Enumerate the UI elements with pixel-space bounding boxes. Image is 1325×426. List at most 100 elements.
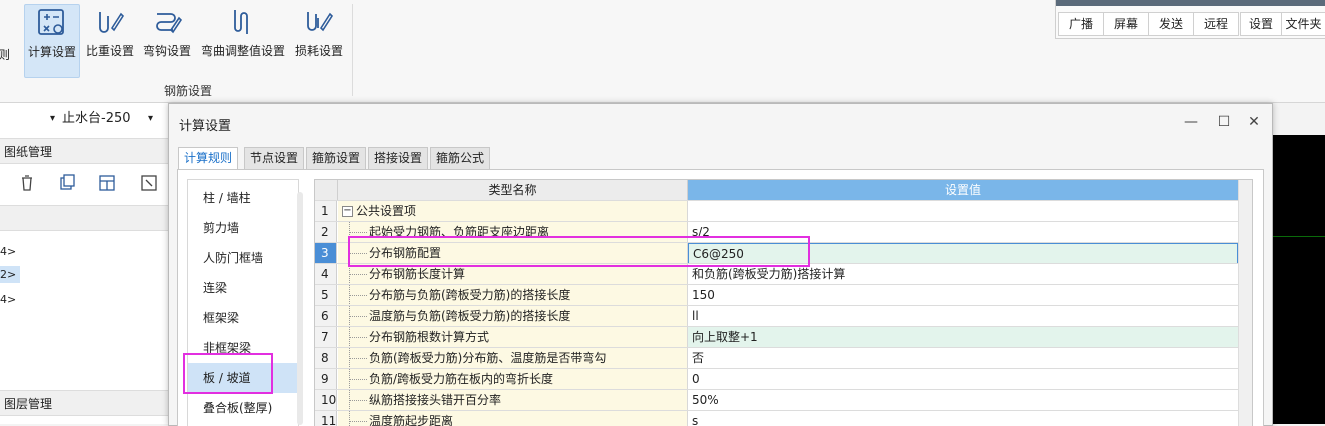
row-name-text: 公共设置项 bbox=[356, 204, 417, 218]
row-value[interactable]: 向上取整+1 bbox=[688, 327, 1238, 348]
row-name-text: 纵筋搭接接头错开百分率 bbox=[369, 393, 502, 407]
row-name: 纵筋搭接接头错开百分率 bbox=[338, 390, 688, 411]
chevron-down-icon: ▾ bbox=[50, 113, 56, 124]
loss-settings-icon bbox=[307, 12, 334, 32]
layer-manager-header[interactable]: 图层管理 bbox=[0, 390, 168, 416]
minimize-icon[interactable]: — bbox=[1181, 112, 1201, 132]
tab-node-settings[interactable]: 节点设置 bbox=[244, 147, 305, 170]
row-name-text: 负筋/跨板受力筋在板内的弯折长度 bbox=[369, 372, 554, 386]
row-number: 8 bbox=[315, 348, 337, 369]
ribbon-cut-label: 则 bbox=[0, 48, 11, 62]
collapse-icon[interactable]: − bbox=[342, 206, 353, 217]
table-row[interactable]: 5 分布筋与负筋(跨板受力筋)的搭接长度 150 bbox=[315, 284, 1238, 306]
tab-stirrup-formula[interactable]: 箍筋公式 bbox=[430, 147, 491, 170]
category-shear-wall[interactable]: 剪力墙 bbox=[188, 213, 298, 243]
row-value[interactable]: 0 bbox=[688, 369, 1238, 390]
row-number: 5 bbox=[315, 285, 337, 306]
table-row[interactable]: 7 分布钢筋根数计算方式 向上取整+1 bbox=[315, 326, 1238, 348]
table-row[interactable]: 10 纵筋搭接接头错开百分率 50% bbox=[315, 389, 1238, 411]
row-name: 负筋(跨板受力筋)分布筋、温度筋是否带弯勾 bbox=[338, 348, 688, 369]
weight-settings-label: 比重设置 bbox=[85, 44, 134, 58]
hook-settings-button[interactable]: 弯钩设置 bbox=[140, 4, 194, 76]
grid-header-value: 设置值 bbox=[688, 180, 1238, 200]
bend-adjust-label: 弯曲调整值设置 bbox=[200, 44, 285, 58]
close-icon[interactable]: ✕ bbox=[1244, 112, 1264, 132]
level-combo-value: 止水台-250 bbox=[62, 111, 131, 126]
row-name: 分布钢筋长度计算 bbox=[338, 264, 688, 285]
category-civil-defense-door[interactable]: 人防门框墙 bbox=[188, 243, 298, 273]
category-column[interactable]: 柱 / 墙柱 bbox=[188, 183, 298, 213]
table-row[interactable]: 8 负筋(跨板受力筋)分布筋、温度筋是否带弯勾 否 bbox=[315, 347, 1238, 369]
table-row[interactable]: 9 负筋/跨板受力筋在板内的弯折长度 0 bbox=[315, 368, 1238, 390]
calc-settings-icon bbox=[38, 9, 64, 35]
bend-adjust-button[interactable]: 弯曲调整值设置 bbox=[198, 4, 288, 76]
row-value[interactable]: 和负筋(跨板受力筋)搭接计算 bbox=[688, 264, 1238, 285]
row-number: 6 bbox=[315, 306, 337, 327]
row-number: 3 bbox=[315, 243, 337, 264]
row-name-text: 分布筋与负筋(跨板受力筋)的搭接长度 bbox=[369, 288, 571, 302]
row-name-text: 分布钢筋根数计算方式 bbox=[369, 330, 490, 344]
weight-settings-icon bbox=[99, 12, 125, 33]
settings-button[interactable]: 设置 bbox=[1240, 12, 1282, 36]
level-combo[interactable]: ▾ 止水台-250 ▾ bbox=[50, 106, 154, 132]
row-name: 温度筋与负筋(跨板受力筋)的搭接长度 bbox=[338, 306, 688, 327]
mini-toolbar-titlebar bbox=[1056, 0, 1325, 6]
folder-button[interactable]: 文件夹 bbox=[1281, 12, 1325, 36]
grid-scrollbar[interactable] bbox=[1238, 180, 1252, 426]
tab-lap-settings[interactable]: 搭接设置 bbox=[368, 147, 429, 170]
row-name-text: 分布钢筋长度计算 bbox=[369, 267, 466, 281]
row-number: 4 bbox=[315, 264, 337, 285]
send-button[interactable]: 发送 bbox=[1148, 12, 1194, 36]
row-name-text: 温度筋与负筋(跨板受力筋)的搭接长度 bbox=[369, 309, 571, 323]
row-value[interactable] bbox=[688, 201, 1238, 222]
row-number: 9 bbox=[315, 369, 337, 390]
ribbon-separator bbox=[352, 4, 353, 96]
row-value[interactable]: 否 bbox=[688, 348, 1238, 369]
remote-button[interactable]: 远程 bbox=[1193, 12, 1239, 36]
category-coupling-beam[interactable]: 连梁 bbox=[188, 273, 298, 303]
category-scrollbar[interactable] bbox=[297, 192, 303, 425]
row-value[interactable]: 50% bbox=[688, 390, 1238, 411]
tab-calc-rules[interactable]: 计算规则 bbox=[178, 147, 239, 171]
dialog-title: 计算设置 bbox=[179, 119, 232, 134]
tree-item[interactable]: 4> bbox=[0, 245, 16, 258]
weight-settings-button[interactable]: 比重设置 bbox=[84, 4, 136, 76]
grid-header-num bbox=[315, 180, 338, 200]
table-row[interactable]: 6 温度筋与负筋(跨板受力筋)的搭接长度 ll bbox=[315, 305, 1238, 327]
row-number: 1 bbox=[315, 201, 337, 222]
calc-settings-button[interactable]: 计算设置 bbox=[24, 4, 80, 78]
category-frame-beam[interactable]: 框架梁 bbox=[188, 303, 298, 333]
loss-settings-label: 损耗设置 bbox=[294, 44, 343, 58]
trash-icon[interactable] bbox=[16, 172, 38, 194]
tab-stirrup-settings[interactable]: 箍筋设置 bbox=[306, 147, 367, 170]
settings-grid: 类型名称 设置值 1 − 公共设置项 2 起始受力钢筋、负筋距支座边距离 s/2… bbox=[314, 179, 1253, 426]
row-name: 负筋/跨板受力筋在板内的弯折长度 bbox=[338, 369, 688, 390]
bend-adjust-icon bbox=[234, 10, 248, 34]
row-value[interactable]: ll bbox=[688, 306, 1238, 327]
canvas-axis-line bbox=[1271, 236, 1325, 237]
drawing-canvas[interactable] bbox=[1271, 135, 1325, 424]
highlight-box-category bbox=[183, 353, 273, 394]
mini-toolbar: 广播 屏幕 发送 远程 设置 文件夹 bbox=[1055, 0, 1325, 39]
calc-settings-label: 计算设置 bbox=[27, 45, 76, 59]
category-composite-slab[interactable]: 叠合板(整厚) bbox=[188, 393, 298, 423]
grid-header-name: 类型名称 bbox=[338, 180, 688, 200]
copy-icon[interactable] bbox=[56, 172, 78, 194]
broadcast-button[interactable]: 广播 bbox=[1058, 12, 1104, 36]
screen-button[interactable]: 屏幕 bbox=[1103, 12, 1149, 36]
chevron-down-icon: ▾ bbox=[148, 113, 154, 124]
row-value[interactable]: 150 bbox=[688, 285, 1238, 306]
loss-settings-button[interactable]: 损耗设置 bbox=[292, 4, 346, 76]
hook-settings-icon bbox=[156, 13, 183, 34]
layout-icon[interactable] bbox=[96, 172, 118, 194]
row-name: 分布钢筋根数计算方式 bbox=[338, 327, 688, 348]
tree-item[interactable]: 4> bbox=[0, 293, 16, 306]
row-number: 2 bbox=[315, 222, 337, 243]
table-row[interactable]: 1 − 公共设置项 bbox=[315, 200, 1238, 222]
tree-item[interactable]: 2> bbox=[0, 266, 21, 283]
highlight-box-row bbox=[348, 236, 810, 267]
frame-icon[interactable] bbox=[138, 172, 160, 194]
hook-settings-label: 弯钩设置 bbox=[142, 44, 191, 58]
maximize-icon[interactable]: ☐ bbox=[1214, 112, 1234, 132]
drawing-manager-header[interactable]: 图纸管理 bbox=[0, 138, 168, 164]
